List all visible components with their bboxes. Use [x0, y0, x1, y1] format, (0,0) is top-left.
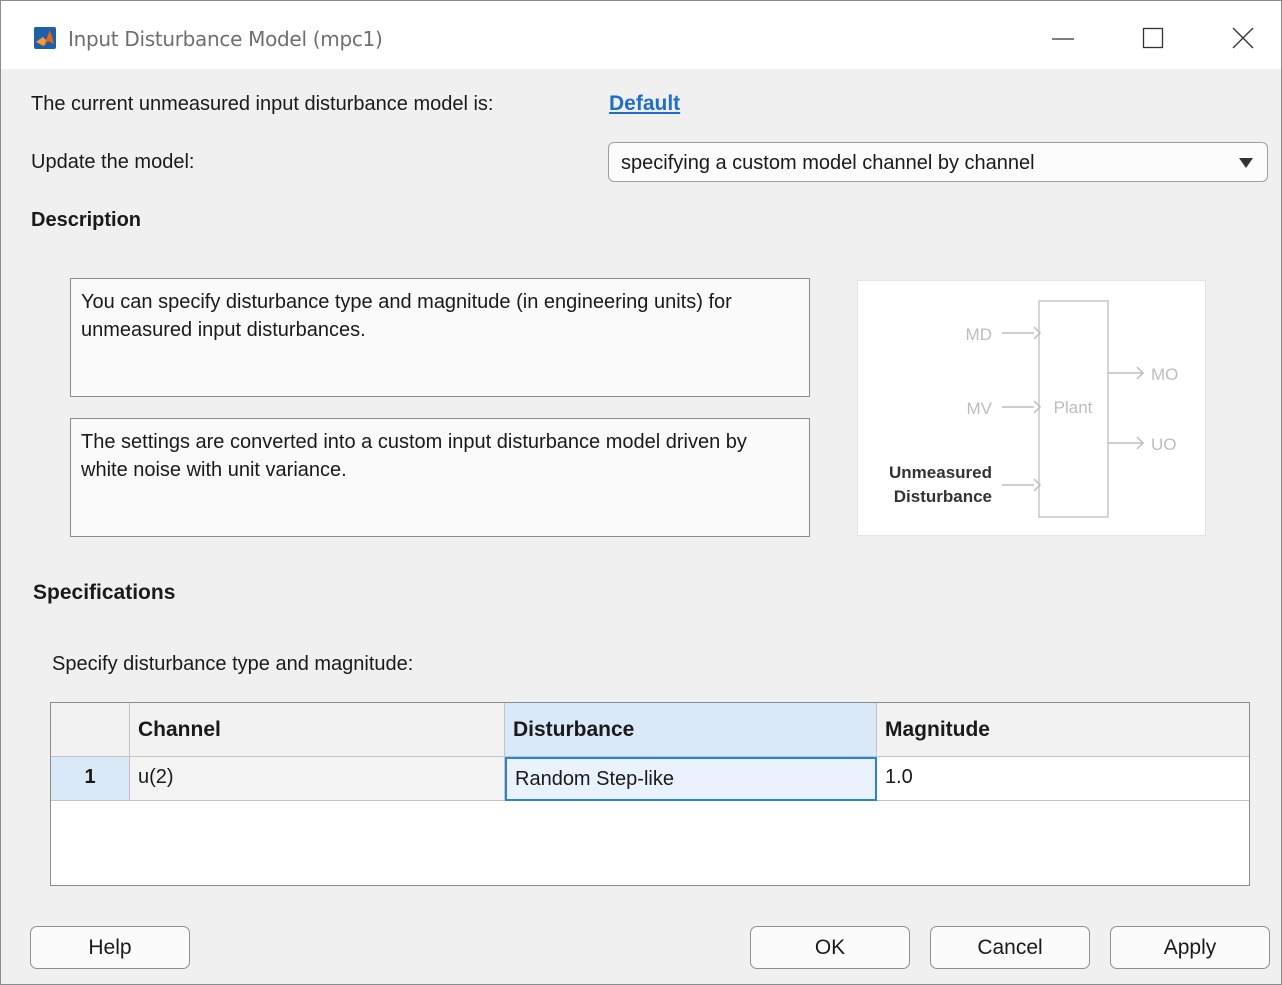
dialog-window: Input Disturbance Model (mpc1) The curre…	[0, 0, 1282, 985]
description-heading: Description	[31, 209, 142, 231]
description-text-2: The settings are converted into a custom…	[70, 418, 810, 537]
dropdown-arrow-icon	[1239, 158, 1253, 168]
ok-button[interactable]: OK	[750, 926, 910, 969]
plant-label: Plant	[1054, 398, 1093, 417]
current-model-link[interactable]: Default	[609, 92, 680, 116]
column-header-magnitude[interactable]: Magnitude	[877, 703, 1249, 757]
description-text-1: You can specify disturbance type and mag…	[70, 278, 810, 397]
mv-label: MV	[967, 399, 993, 418]
row-header-1[interactable]: 1	[51, 757, 130, 801]
column-header-disturbance[interactable]: Disturbance	[505, 703, 877, 757]
maximize-button[interactable]	[1123, 15, 1183, 59]
uo-label: UO	[1151, 435, 1177, 454]
specifications-heading: Specifications	[33, 581, 176, 604]
plant-diagram: Plant MD MV Unmeasured Disturbance MO UO	[857, 280, 1206, 536]
minimize-icon	[1052, 38, 1074, 40]
matlab-logo-icon	[34, 27, 56, 49]
window-title: Input Disturbance Model (mpc1)	[68, 27, 383, 51]
title-bar[interactable]: Input Disturbance Model (mpc1)	[1, 1, 1281, 69]
unmeasured-label-line1: Unmeasured	[889, 463, 992, 482]
help-button[interactable]: Help	[30, 926, 190, 969]
minimize-button[interactable]	[1033, 15, 1093, 59]
cancel-button[interactable]: Cancel	[930, 926, 1090, 969]
update-model-selected: specifying a custom model channel by cha…	[621, 152, 1035, 174]
maximize-icon	[1142, 27, 1164, 49]
cell-channel: u(2)	[130, 757, 505, 801]
specifications-instruction: Specify disturbance type and magnitude:	[52, 653, 414, 675]
close-icon	[1232, 27, 1254, 49]
plant-diagram-svg: Plant MD MV Unmeasured Disturbance MO UO	[889, 300, 1178, 518]
update-model-dropdown[interactable]: specifying a custom model channel by cha…	[608, 142, 1268, 182]
cell-disturbance[interactable]: Random Step-like	[505, 757, 877, 801]
apply-button[interactable]: Apply	[1110, 926, 1270, 969]
mo-label: MO	[1151, 365, 1178, 384]
cell-magnitude[interactable]: 1.0	[877, 757, 1249, 801]
unmeasured-label-line2: Disturbance	[894, 487, 992, 506]
update-model-label: Update the model:	[31, 151, 195, 173]
current-model-label: The current unmeasured input disturbance…	[31, 93, 494, 115]
column-header-channel[interactable]: Channel	[130, 703, 505, 757]
column-header-index	[51, 703, 130, 757]
disturbance-table[interactable]: Channel Disturbance Magnitude 1 u(2) Ran…	[50, 702, 1250, 886]
close-button[interactable]	[1213, 15, 1273, 59]
md-label: MD	[966, 325, 992, 344]
